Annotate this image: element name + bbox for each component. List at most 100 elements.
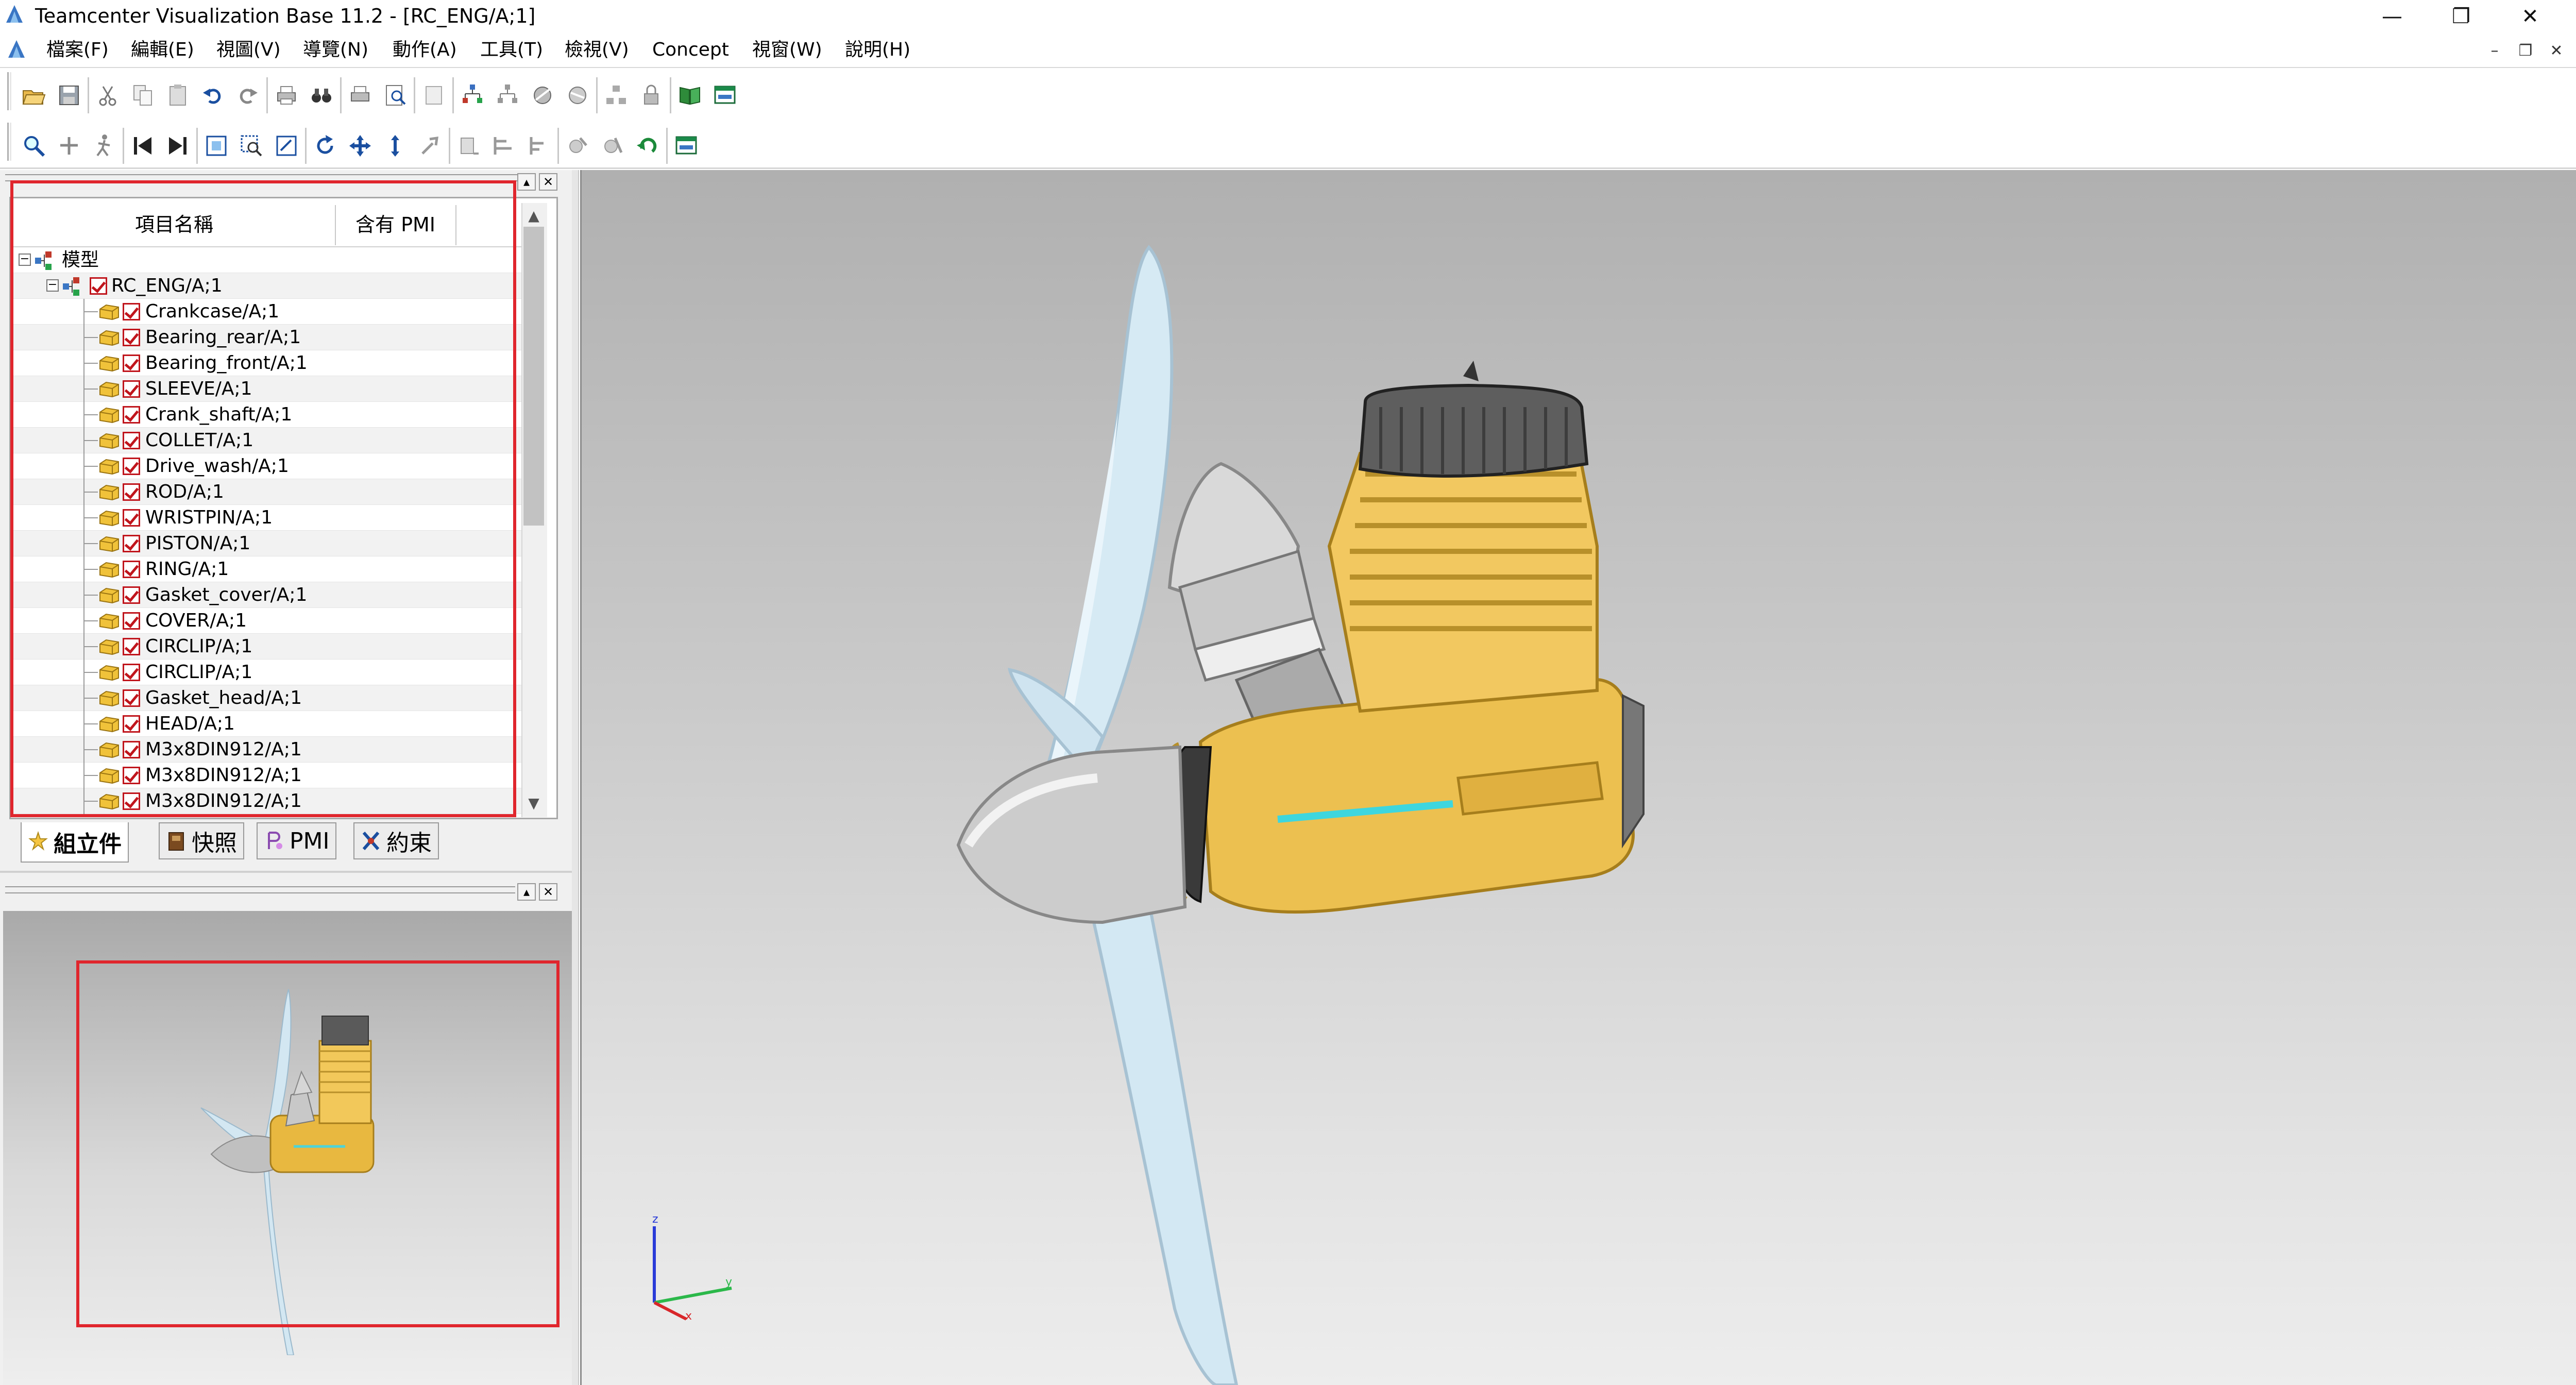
tab-label: PMI: [290, 827, 330, 854]
open-icon[interactable]: [18, 79, 50, 112]
tab-label: 組立件: [54, 831, 122, 857]
mdi-minimize-button[interactable]: –: [2483, 40, 2506, 61]
first-view-icon[interactable]: [126, 129, 159, 162]
assembly-tab-icon: [28, 831, 48, 851]
toolbar-separator: [123, 128, 124, 164]
toolbar-grip[interactable]: [7, 123, 11, 161]
panel-float-button[interactable]: ▴: [517, 173, 536, 191]
pan-icon[interactable]: [344, 129, 377, 162]
menu-concept[interactable]: Concept: [652, 37, 729, 63]
menu-file[interactable]: 檔案(F): [46, 37, 109, 63]
menu-view[interactable]: 視圖(V): [216, 37, 281, 63]
menu-action[interactable]: 動作(A): [393, 37, 457, 63]
menu-tools[interactable]: 工具(T): [480, 37, 543, 63]
restore-button[interactable]: ❐: [2431, 0, 2492, 33]
toolbar-separator: [670, 77, 671, 113]
panel-divider[interactable]: [0, 871, 572, 873]
mdi-close-button[interactable]: ✕: [2545, 40, 2568, 61]
paste-icon[interactable]: [161, 79, 194, 112]
axis-x-label: x: [685, 1310, 692, 1323]
preview-view-box[interactable]: [76, 960, 560, 1327]
print-preview-icon[interactable]: [379, 79, 412, 112]
toolbar-row-2: [18, 128, 703, 164]
page-icon[interactable]: [417, 79, 450, 112]
panel-grip[interactable]: [5, 886, 515, 893]
menu-navigate[interactable]: 導覽(N): [303, 37, 368, 63]
align-icon[interactable]: [487, 129, 520, 162]
toolbar-separator: [666, 128, 668, 164]
undo-icon[interactable]: [196, 79, 229, 112]
menu-help[interactable]: 說明(H): [845, 37, 910, 63]
binoculars-icon[interactable]: [305, 79, 338, 112]
tab-constraint[interactable]: 約束: [353, 822, 439, 859]
panel-splitter[interactable]: [572, 170, 579, 1385]
scroll-thumb[interactable]: [523, 227, 544, 526]
print-icon[interactable]: [270, 79, 303, 112]
last-view-icon[interactable]: [161, 129, 194, 162]
copy-icon[interactable]: [126, 79, 159, 112]
toolbar-separator: [88, 77, 89, 113]
toolbar-separator: [596, 77, 598, 113]
close-button[interactable]: ✕: [2500, 0, 2561, 33]
assembly-tree-icon[interactable]: [456, 79, 489, 112]
preview-close-button[interactable]: ✕: [539, 883, 557, 901]
zoom-box-icon[interactable]: [235, 129, 268, 162]
tab-assembly[interactable]: 組立件: [21, 822, 129, 863]
print-setup-icon[interactable]: [344, 79, 377, 112]
scroll-down-arrow[interactable]: ▼: [523, 792, 544, 813]
display-icon[interactable]: [670, 129, 703, 162]
menu-edit[interactable]: 編輯(E): [131, 37, 194, 63]
rotate-icon[interactable]: [309, 129, 342, 162]
preview-float-button[interactable]: ▴: [517, 883, 536, 901]
app-icon: [6, 5, 23, 23]
toolbar-row-1: [18, 77, 741, 113]
window-icon[interactable]: [708, 79, 741, 112]
propeller-blade-lower: [1080, 869, 1239, 1385]
assembly-tree-2-icon[interactable]: [491, 79, 524, 112]
minimize-button[interactable]: —: [2362, 0, 2422, 33]
zoom-vertical-icon[interactable]: [379, 129, 412, 162]
orient-icon[interactable]: [414, 129, 447, 162]
pan-fly-icon[interactable]: [53, 129, 86, 162]
save-icon[interactable]: [53, 79, 86, 112]
distribute-icon[interactable]: [522, 129, 555, 162]
toolbar-separator: [340, 77, 342, 113]
mdi-restore-button[interactable]: ❐: [2514, 40, 2537, 61]
toolbar-separator: [452, 77, 454, 113]
snapshot-tab-icon: [168, 832, 184, 851]
section-icon[interactable]: [526, 79, 559, 112]
toolbar-separator: [449, 128, 450, 164]
propeller-spinner: [956, 745, 1187, 924]
part-hide-icon[interactable]: [596, 129, 629, 162]
cut-icon[interactable]: [91, 79, 124, 112]
zoom-selection-icon[interactable]: [270, 129, 303, 162]
lock-icon[interactable]: [635, 79, 668, 112]
tab-label: 約束: [386, 830, 432, 856]
cylinder-head: [1358, 383, 1589, 478]
toolbar-grip[interactable]: [7, 72, 11, 110]
section-2-icon[interactable]: [561, 79, 594, 112]
axis-y-label: y: [725, 1276, 733, 1289]
window-title: Teamcenter Visualization Base 11.2 - [RC…: [35, 5, 536, 27]
menu-bar: [0, 33, 2576, 68]
measure-icon[interactable]: [452, 129, 485, 162]
part-select-icon[interactable]: [561, 129, 594, 162]
redo-icon[interactable]: [231, 79, 264, 112]
scroll-up-arrow[interactable]: ▲: [523, 205, 544, 226]
fit-all-icon[interactable]: [200, 129, 233, 162]
engine-model: [653, 245, 1645, 1385]
toolbar-separator: [557, 128, 559, 164]
axis-z-label: z: [652, 1213, 658, 1226]
tab-snapshot[interactable]: 快照: [159, 822, 244, 859]
tab-pmi[interactable]: PMI: [257, 822, 337, 859]
document-icon[interactable]: [5, 38, 28, 61]
menu-inspect[interactable]: 檢視(V): [565, 37, 629, 63]
book-icon[interactable]: [673, 79, 706, 112]
walk-icon[interactable]: [88, 129, 121, 162]
refresh-icon[interactable]: [631, 129, 664, 162]
menu-window[interactable]: 視窗(W): [752, 37, 822, 63]
zoom-icon[interactable]: [18, 129, 50, 162]
highlight-box: [10, 180, 516, 817]
panel-close-button[interactable]: ✕: [539, 173, 557, 191]
structure-icon[interactable]: [600, 79, 633, 112]
